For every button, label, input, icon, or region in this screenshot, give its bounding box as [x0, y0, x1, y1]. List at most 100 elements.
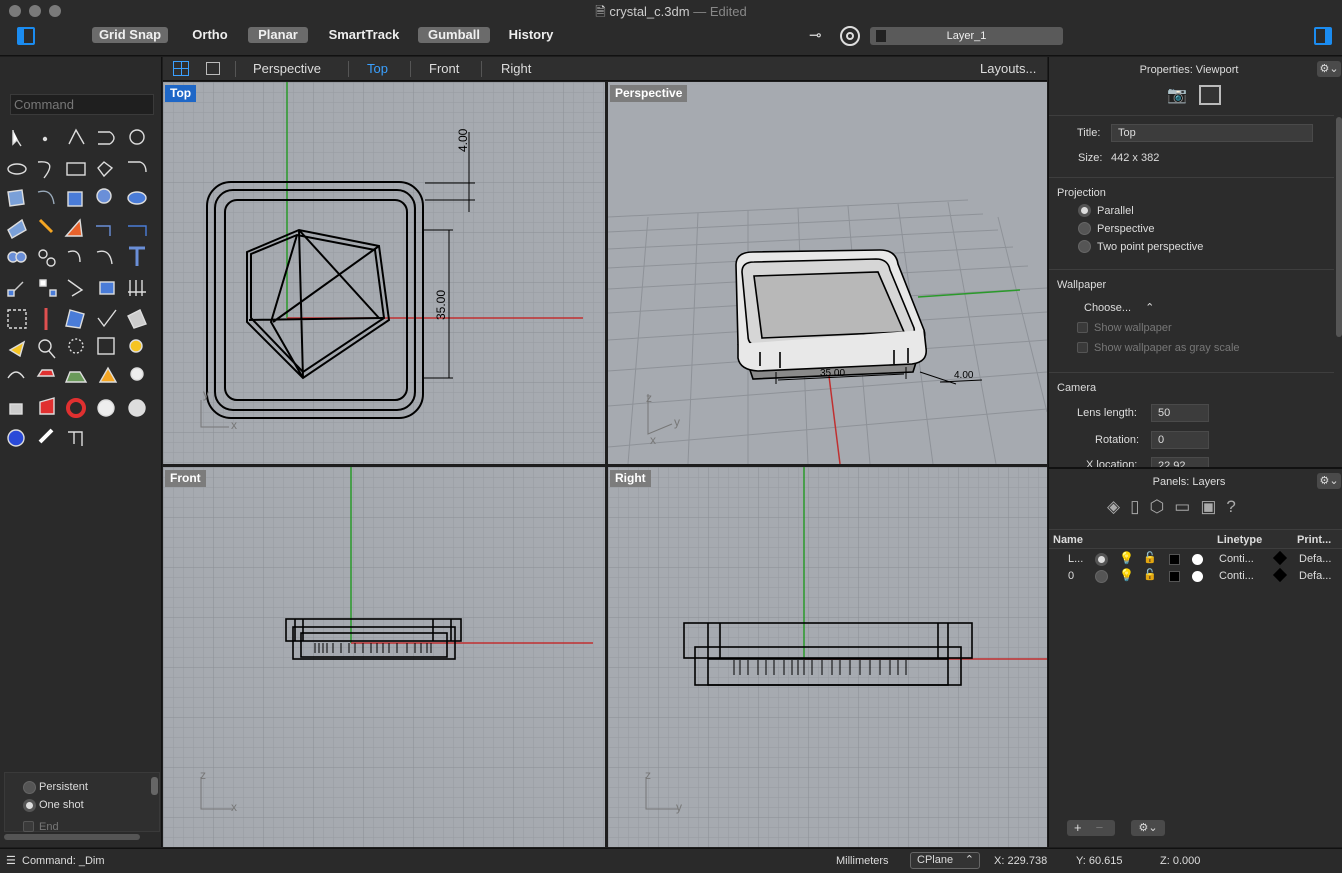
end-checkbox[interactable]: [23, 821, 34, 832]
layer-row[interactable]: 0 💡 🔓 Conti... Defa...: [1049, 567, 1342, 585]
layouts-menu[interactable]: Layouts...: [980, 61, 1036, 76]
viewport-display-icon[interactable]: [1199, 85, 1221, 105]
help-icon[interactable]: ?: [1226, 497, 1245, 516]
xlocation-field[interactable]: 22.92: [1151, 457, 1209, 467]
record-history-icon[interactable]: ⊸: [809, 27, 829, 45]
gray-scale-checkbox[interactable]: [1077, 342, 1088, 353]
ortho-toggle[interactable]: Ortho: [185, 27, 235, 43]
layer-print[interactable]: Defa...: [1299, 553, 1331, 565]
camera-header: Camera: [1057, 382, 1097, 394]
divider: [1049, 115, 1334, 116]
command-input[interactable]: Command: [10, 94, 154, 115]
right-axis-z: z: [645, 768, 651, 782]
document-icon: 🗎: [595, 4, 606, 19]
viewport-title-field[interactable]: Top: [1111, 124, 1313, 142]
top-axis-y: y: [203, 387, 209, 401]
display-icon[interactable]: ▣: [1200, 497, 1226, 516]
left-horizontal-scrollbar[interactable]: [4, 834, 140, 840]
properties-scrollbar[interactable]: [1336, 117, 1342, 337]
properties-header: Properties: Viewport: [1139, 64, 1239, 76]
left-sidebar-toggle-icon[interactable]: [17, 27, 35, 45]
col-print[interactable]: Print...: [1297, 534, 1331, 546]
col-name[interactable]: Name: [1053, 534, 1083, 546]
viewport-label-front[interactable]: Front: [165, 470, 206, 487]
cplane-dropdown[interactable]: CPlane ⌃: [910, 852, 980, 869]
layer-color-swatch[interactable]: [1169, 571, 1180, 582]
lightbulb-on-icon[interactable]: 💡: [1119, 551, 1134, 565]
show-wallpaper-checkbox[interactable]: [1077, 322, 1088, 333]
layer-color-swatch[interactable]: [1169, 554, 1180, 565]
layer-print[interactable]: Defa...: [1299, 570, 1331, 582]
viewport-label-right[interactable]: Right: [610, 470, 651, 487]
col-linetype[interactable]: Linetype: [1217, 534, 1262, 546]
status-bar: ☰ Command: _Dim Millimeters CPlane ⌃ X: 2…: [0, 848, 1342, 873]
right-axis-y: y: [676, 800, 682, 814]
xlocation-row: X location: 22.92: [1049, 457, 1334, 467]
wallpaper-choose-dropdown[interactable]: Choose... ⌃: [1084, 301, 1154, 314]
tab-top[interactable]: Top: [367, 61, 388, 76]
projection-header: Projection: [1057, 187, 1106, 199]
smarttrack-toggle[interactable]: SmartTrack: [322, 27, 406, 43]
layer-linetype[interactable]: Conti...: [1219, 570, 1254, 582]
grid-snap-toggle[interactable]: Grid Snap: [92, 27, 168, 43]
tool-icons[interactable]: [0, 120, 162, 460]
layers-gear-icon[interactable]: ⚙⌄: [1317, 473, 1341, 489]
front-viewport-canvas[interactable]: z x: [163, 467, 605, 847]
persistent-radio[interactable]: [23, 781, 36, 794]
panel-splitter[interactable]: [1049, 467, 1342, 469]
rotation-field[interactable]: 0: [1151, 431, 1209, 449]
add-layer-button[interactable]: +: [1067, 820, 1082, 835]
tab-right[interactable]: Right: [501, 61, 531, 76]
parallel-radio[interactable]: [1078, 204, 1091, 217]
gumball-toggle[interactable]: Gumball: [418, 27, 490, 43]
notes-icon[interactable]: ▭: [1174, 497, 1200, 516]
current-layer-indicator[interactable]: [1095, 570, 1108, 583]
viewport-label-perspective[interactable]: Perspective: [610, 85, 688, 102]
print-color-swatch[interactable]: [1272, 567, 1288, 583]
four-viewports-icon[interactable]: [173, 61, 189, 76]
properties-gear-icon[interactable]: ⚙⌄: [1317, 61, 1341, 77]
camera-icon[interactable]: 📷: [1167, 85, 1189, 104]
viewport-label-top[interactable]: Top: [165, 85, 197, 102]
current-layer-indicator[interactable]: [1095, 553, 1108, 566]
units-label[interactable]: Millimeters: [836, 855, 889, 867]
layers-icon[interactable]: ◈: [1107, 497, 1130, 516]
lens-length-field[interactable]: 50: [1151, 404, 1209, 422]
two-point-radio[interactable]: [1078, 240, 1091, 253]
tab-perspective[interactable]: Perspective: [253, 61, 321, 76]
perspective-radio[interactable]: [1078, 222, 1091, 235]
osnap-scrollbar[interactable]: [151, 777, 158, 795]
material-swatch[interactable]: [1192, 571, 1203, 582]
lock-open-icon[interactable]: 🔓: [1143, 551, 1157, 564]
print-color-swatch[interactable]: [1272, 550, 1288, 566]
lock-open-icon[interactable]: 🔓: [1143, 568, 1157, 581]
document-icon[interactable]: ▯: [1130, 497, 1149, 516]
one-shot-radio[interactable]: [23, 799, 36, 812]
tab-front[interactable]: Front: [429, 61, 459, 76]
current-layer-dropdown[interactable]: Layer_1: [870, 27, 1063, 45]
tab-separator: [235, 61, 236, 77]
layer-row[interactable]: L... 💡 🔓 Conti... Defa...: [1049, 550, 1342, 568]
xlocation-label: X location:: [1086, 459, 1138, 467]
top-viewport-canvas[interactable]: 4.00 35.00 y x: [163, 82, 605, 464]
material-swatch[interactable]: [1192, 554, 1203, 565]
history-toggle[interactable]: History: [503, 27, 559, 43]
layer-linetype[interactable]: Conti...: [1219, 553, 1254, 565]
lightbulb-on-icon[interactable]: 💡: [1119, 568, 1134, 582]
viewport-front[interactable]: z x Front: [163, 467, 605, 847]
gray-scale-label: Show wallpaper as gray scale: [1094, 342, 1240, 354]
remove-layer-button[interactable]: −: [1082, 820, 1104, 835]
osnap-target-icon[interactable]: [840, 26, 860, 46]
right-viewport-canvas[interactable]: z y: [608, 467, 1047, 847]
command-history-icon[interactable]: ☰: [6, 854, 16, 867]
viewport-perspective[interactable]: 35.00 4.00 z y x Perspective: [608, 82, 1047, 464]
viewport-right[interactable]: z y Right: [608, 467, 1047, 847]
right-sidebar-toggle-icon[interactable]: [1314, 27, 1332, 45]
planar-toggle[interactable]: Planar: [248, 27, 308, 43]
layer-options-gear-icon[interactable]: ⚙⌄: [1131, 820, 1165, 836]
viewport-top[interactable]: 4.00 35.00 y x Top: [163, 82, 605, 464]
perspective-viewport-canvas[interactable]: 35.00 4.00 z y x: [608, 82, 1047, 464]
single-viewport-icon[interactable]: [206, 62, 220, 75]
dropdown-arrows-icon: ⌃: [1145, 302, 1155, 314]
cube-icon[interactable]: ⬡: [1149, 497, 1174, 516]
